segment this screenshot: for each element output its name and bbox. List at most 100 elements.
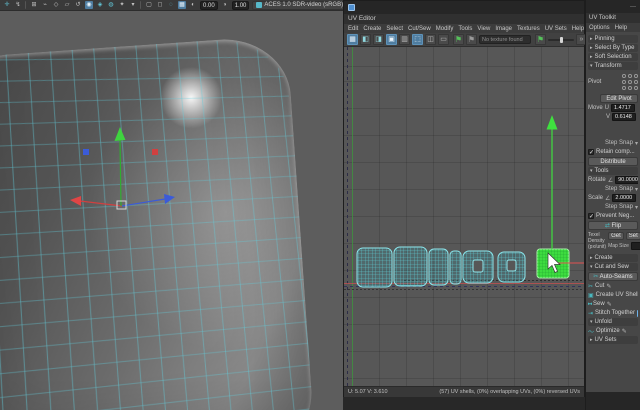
camera-icon[interactable]: ▢ xyxy=(145,1,153,9)
menu-modify[interactable]: Modify xyxy=(436,26,454,32)
tool-options-pencil-icon[interactable] xyxy=(622,328,627,335)
uv-flag-on-icon[interactable] xyxy=(453,34,464,45)
snap-plane-icon[interactable]: ▱ xyxy=(63,1,71,9)
snap-point-icon[interactable]: ◇ xyxy=(52,1,60,9)
menu-uvsets[interactable]: UV Sets xyxy=(545,26,567,32)
slider-handle[interactable] xyxy=(560,36,563,43)
texel-get-button[interactable]: Get xyxy=(608,232,624,240)
exposure-icon[interactable]: ◐ xyxy=(189,1,197,9)
move-u-field[interactable]: 1.4717 xyxy=(611,104,636,112)
section-cut-and-sew[interactable]: Cut and Sew xyxy=(588,263,638,271)
edit-pivot-button[interactable]: Edit Pivot xyxy=(600,94,638,103)
section-transform[interactable]: Transform xyxy=(588,62,638,70)
textured-mode-icon[interactable]: ◍ xyxy=(107,1,115,9)
uv-grid-canvas[interactable] xyxy=(344,47,584,386)
uv-grid-display-icon[interactable]: ▦ xyxy=(347,34,358,45)
menu-help[interactable]: Help xyxy=(572,26,584,32)
shading-smooth-icon[interactable]: ◉ xyxy=(85,1,93,9)
uv-dim-image-icon[interactable]: ◫ xyxy=(425,34,436,45)
toolkit-options-menu[interactable]: Options xyxy=(589,25,610,31)
wireframe-on-shaded-icon[interactable]: ◈ xyxy=(96,1,104,9)
uv-brightness-slider[interactable] xyxy=(548,36,574,43)
lighting-icon[interactable]: ✦ xyxy=(118,1,126,9)
section-tools[interactable]: Tools xyxy=(588,167,638,175)
uv-image-ratio-icon[interactable]: ▭ xyxy=(438,34,449,45)
cut-tool-row[interactable]: Cut xyxy=(588,282,638,290)
pivot-radio[interactable] xyxy=(634,80,638,84)
menu-edit[interactable]: Edit xyxy=(348,26,358,32)
distribute-button[interactable]: Distribute xyxy=(588,157,638,166)
uv-texture-display-icon[interactable]: ⬚ xyxy=(412,34,423,45)
section-select-by-type[interactable]: Select By Type xyxy=(588,44,638,52)
tool-options-pencil-icon[interactable] xyxy=(606,283,611,290)
auto-seams-button[interactable]: Auto-Seams xyxy=(588,272,638,281)
select-tool-icon[interactable]: ✛ xyxy=(3,1,11,9)
uv-border-display-icon[interactable]: ▣ xyxy=(386,34,397,45)
texel-set-button[interactable]: Set xyxy=(625,232,640,240)
snap-curve-icon[interactable]: ⌁ xyxy=(41,1,49,9)
exposure-field[interactable]: 0.00 xyxy=(200,0,218,10)
rotate-step-snap[interactable]: Step Snap xyxy=(588,185,638,193)
polygon-cube-mesh[interactable] xyxy=(0,34,317,410)
history-icon[interactable]: ↺ xyxy=(74,1,82,9)
sew-tool-row[interactable]: Sew xyxy=(588,300,638,308)
panel-menu-icon[interactable] xyxy=(630,4,636,10)
section-soft-selection[interactable]: Soft Selection xyxy=(588,53,638,61)
stitch-together-row[interactable]: Stitch Together xyxy=(588,309,638,317)
3d-viewport[interactable]: ✛ ↯ ⊞ ⌁ ◇ ▱ ↺ ◉ ◈ ◍ ✦ ▾ ▢ ◻ ◌ ▦ ◐ 0.00 ◑… xyxy=(0,0,343,410)
tool-options-pencil-icon[interactable] xyxy=(607,301,612,308)
uv-isolate-icon[interactable] xyxy=(535,34,546,45)
rotate-field[interactable]: 90.0000 xyxy=(615,176,638,184)
toolkit-help-menu[interactable]: Help xyxy=(615,25,627,31)
xray-mode-icon[interactable]: ▦ xyxy=(178,1,186,9)
snap-grid-icon[interactable]: ⊞ xyxy=(30,1,38,9)
isolate-select-icon[interactable]: ◌ xyxy=(167,1,175,9)
lasso-tool-icon[interactable]: ↯ xyxy=(14,1,22,9)
menu-cutsew[interactable]: Cut/Sew xyxy=(408,26,431,32)
menu-view[interactable]: View xyxy=(477,26,490,32)
pivot-radio[interactable] xyxy=(622,80,626,84)
uv-shell[interactable] xyxy=(497,251,526,283)
section-pinning[interactable]: Pinning xyxy=(588,35,638,43)
pivot-radio[interactable] xyxy=(628,74,632,78)
pivot-radio[interactable] xyxy=(628,80,632,84)
uv-shell[interactable] xyxy=(393,246,428,287)
prevent-negative-checkbox[interactable] xyxy=(588,213,594,220)
pivot-radio[interactable] xyxy=(622,74,626,78)
retain-checkbox[interactable] xyxy=(588,149,594,156)
colorspace-dropdown[interactable]: ACES 1.0 SDR-video (sRGB) xyxy=(252,0,343,10)
create-uv-shell-row[interactable]: Create UV Shell xyxy=(588,291,638,299)
section-unfold[interactable]: Unfold xyxy=(588,318,638,326)
scale-step-snap[interactable]: Step Snap xyxy=(588,203,638,211)
uv-shell-select-icon[interactable]: ◧ xyxy=(360,34,371,45)
pivot-radio[interactable] xyxy=(622,86,626,90)
move-step-snap[interactable]: Step Snap xyxy=(588,139,638,147)
section-uv-sets[interactable]: UV Sets xyxy=(588,336,638,344)
uv-editor-window-titlebar[interactable] xyxy=(344,1,584,14)
flip-button[interactable]: Flip xyxy=(588,221,638,230)
menu-tools[interactable]: Tools xyxy=(458,26,472,32)
uv-shell[interactable] xyxy=(449,250,462,285)
gamma-icon[interactable]: ◑ xyxy=(221,1,229,9)
menu-image[interactable]: Image xyxy=(495,26,512,32)
shadows-icon[interactable]: ▾ xyxy=(129,1,137,9)
uv-checker-icon[interactable]: ▥ xyxy=(399,34,410,45)
menu-textures[interactable]: Textures xyxy=(517,26,540,32)
section-create[interactable]: Create xyxy=(588,254,638,262)
gamma-field[interactable]: 1.00 xyxy=(231,0,250,10)
pivot-radio[interactable] xyxy=(634,86,638,90)
menu-select[interactable]: Select xyxy=(386,26,403,32)
uv-flag-off-icon[interactable] xyxy=(466,34,477,45)
uv-shell[interactable] xyxy=(428,248,449,286)
optimize-row[interactable]: Optimize xyxy=(588,327,638,335)
uv-shell[interactable] xyxy=(462,250,494,284)
pivot-radio[interactable] xyxy=(634,74,638,78)
uv-distortion-icon[interactable]: ◨ xyxy=(373,34,384,45)
texture-search-field[interactable]: No texture found xyxy=(479,35,531,44)
resolution-gate-icon[interactable]: ◻ xyxy=(156,1,164,9)
menu-create[interactable]: Create xyxy=(363,26,381,32)
uv-shell[interactable] xyxy=(356,247,393,288)
scale-field[interactable]: 2.0000 xyxy=(612,194,637,202)
move-v-field[interactable]: 0.6148 xyxy=(612,113,637,121)
map-size-field[interactable] xyxy=(630,242,640,250)
